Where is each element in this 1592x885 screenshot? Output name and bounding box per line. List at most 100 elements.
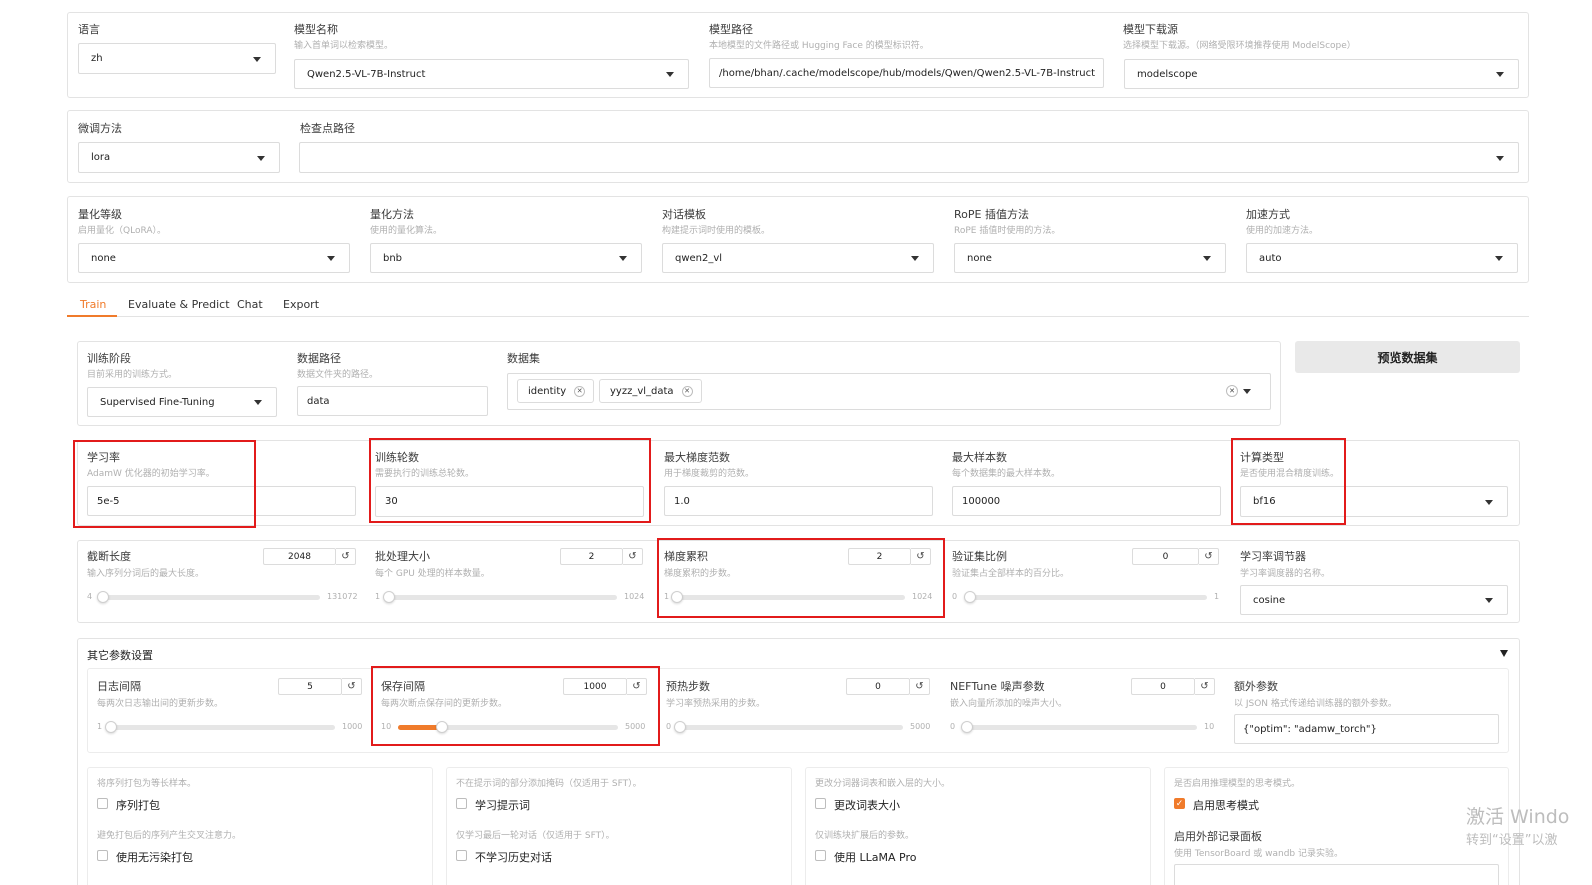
resize-vocab-checkbox[interactable] bbox=[815, 798, 826, 809]
cutoff-len-slider[interactable] bbox=[97, 591, 320, 603]
quant-method-dropdown[interactable]: bnb bbox=[370, 243, 642, 273]
llama-pro-label[interactable]: 使用 LLaMA Pro bbox=[834, 849, 916, 865]
chevron-down-icon bbox=[253, 56, 261, 62]
epochs-info: 需要执行的训练总轮数。 bbox=[375, 469, 475, 479]
dataset-tag-identity[interactable]: identity ✕ bbox=[517, 379, 595, 403]
save-steps-number[interactable]: 1000 bbox=[563, 678, 627, 695]
rope-dropdown[interactable]: none bbox=[954, 243, 1226, 273]
mask-history-checkbox[interactable] bbox=[456, 850, 467, 861]
packing-checkbox[interactable] bbox=[97, 798, 108, 809]
hub-dropdown[interactable]: modelscope bbox=[1124, 59, 1519, 89]
val-size-number[interactable]: 0 bbox=[1132, 548, 1199, 565]
warmup-steps-min: 0 bbox=[666, 722, 672, 731]
compute-type-dropdown[interactable]: bf16 bbox=[1240, 486, 1508, 517]
model-name-dropdown[interactable]: Qwen2.5-VL-7B-Instruct bbox=[294, 59, 689, 89]
neftune-number[interactable]: 0 bbox=[1131, 678, 1195, 695]
warmup-steps-label: 预热步数 bbox=[666, 680, 710, 693]
logging-steps-number[interactable]: 5 bbox=[278, 678, 342, 695]
language-value: zh bbox=[91, 53, 103, 64]
enable-thinking-label[interactable]: 启用思考模式 bbox=[1193, 797, 1259, 813]
learning-rate-input[interactable]: 5e-5 bbox=[87, 486, 356, 516]
chevron-down-icon[interactable] bbox=[1243, 389, 1251, 394]
extra-settings-title[interactable]: 其它参数设置 bbox=[87, 647, 153, 663]
reset-icon[interactable]: ↺ bbox=[623, 548, 643, 565]
warmup-steps-slider[interactable] bbox=[674, 721, 903, 733]
enable-thinking-checkbox[interactable]: ✓ bbox=[1174, 798, 1185, 809]
mask-history-label[interactable]: 不学习历史对话 bbox=[475, 849, 552, 865]
max-grad-norm-input[interactable]: 1.0 bbox=[664, 486, 933, 516]
close-icon[interactable]: ✕ bbox=[574, 385, 586, 397]
reset-icon[interactable]: ↺ bbox=[911, 548, 931, 565]
save-steps-info: 每两次断点保存间的更新步数。 bbox=[381, 699, 508, 709]
quant-method-info: 使用的量化算法。 bbox=[370, 226, 443, 236]
dataset-dir-input[interactable]: data bbox=[297, 386, 488, 416]
checkpoint-dropdown[interactable] bbox=[299, 142, 1519, 173]
save-steps-slider[interactable] bbox=[398, 721, 618, 733]
batch-size-number[interactable]: 2 bbox=[560, 548, 623, 565]
learning-rate-info: AdamW 优化器的初始学习率。 bbox=[87, 469, 215, 479]
neftune-slider[interactable] bbox=[961, 721, 1197, 733]
tab-evaluate-predict[interactable]: Evaluate & Predict bbox=[128, 298, 230, 311]
chevron-down-icon bbox=[1496, 155, 1504, 161]
model-path-input[interactable]: /home/bhan/.cache/modelscope/hub/models/… bbox=[709, 58, 1104, 88]
rope-value: none bbox=[967, 252, 992, 264]
logging-steps-slider[interactable] bbox=[104, 721, 335, 733]
epochs-input[interactable]: 30 bbox=[375, 486, 644, 517]
finetune-dropdown[interactable]: lora bbox=[78, 142, 280, 173]
extra-args-input[interactable]: {"optim": "adamw_torch"} bbox=[1234, 714, 1499, 744]
tab-chat[interactable]: Chat bbox=[237, 298, 263, 311]
booster-dropdown[interactable]: auto bbox=[1246, 243, 1518, 273]
hub-label: 模型下载源 bbox=[1123, 23, 1178, 36]
cutoff-len-number[interactable]: 2048 bbox=[263, 548, 336, 565]
neftune-thumb[interactable] bbox=[961, 721, 973, 733]
save-steps-thumb[interactable] bbox=[435, 721, 448, 733]
grad-accum-number[interactable]: 2 bbox=[848, 548, 911, 565]
batch-size-slider[interactable] bbox=[383, 591, 617, 603]
grad-accum-slider[interactable] bbox=[671, 591, 905, 603]
reset-icon[interactable]: ↺ bbox=[910, 678, 930, 695]
finetune-label: 微调方法 bbox=[78, 122, 122, 135]
report-to-dropdown[interactable] bbox=[1174, 864, 1499, 885]
model-name-label: 模型名称 bbox=[294, 23, 338, 36]
max-grad-norm-info: 用于梯度裁剪的范数。 bbox=[664, 469, 755, 479]
stage-dropdown[interactable]: Supervised Fine-Tuning bbox=[87, 387, 277, 417]
resize-vocab-label[interactable]: 更改词表大小 bbox=[834, 797, 900, 813]
llama-pro-checkbox[interactable] bbox=[815, 850, 826, 861]
packing-label[interactable]: 序列打包 bbox=[116, 797, 160, 813]
tab-export[interactable]: Export bbox=[283, 298, 319, 311]
dataset-tag-yyzz[interactable]: yyzz_vl_data ✕ bbox=[599, 379, 702, 403]
logging-steps-info: 每两次日志输出间的更新步数。 bbox=[97, 699, 224, 709]
reset-icon[interactable]: ↺ bbox=[627, 678, 647, 695]
neat-packing-checkbox[interactable] bbox=[97, 850, 108, 861]
collapse-triangle-icon[interactable] bbox=[1500, 650, 1508, 657]
train-on-prompt-checkbox[interactable] bbox=[456, 798, 467, 809]
reset-icon[interactable]: ↺ bbox=[1195, 678, 1215, 695]
reset-icon[interactable]: ↺ bbox=[1199, 548, 1219, 565]
val-size-value: 0 bbox=[1162, 551, 1169, 562]
neftune-label: NEFTune 噪声参数 bbox=[950, 680, 1045, 693]
reset-icon[interactable]: ↺ bbox=[342, 678, 362, 695]
template-dropdown[interactable]: qwen2_vl bbox=[662, 243, 934, 273]
max-samples-input[interactable]: 100000 bbox=[952, 486, 1221, 516]
quant-bit-dropdown[interactable]: none bbox=[78, 243, 350, 273]
clear-all-icon[interactable]: ✕ bbox=[1226, 385, 1238, 397]
val-size-slider[interactable] bbox=[964, 591, 1207, 603]
llama-pro-info: 仅训练块扩展后的参数。 bbox=[815, 831, 915, 841]
warmup-steps-thumb[interactable] bbox=[674, 721, 686, 733]
chevron-down-icon bbox=[1203, 256, 1211, 261]
val-size-thumb[interactable] bbox=[964, 591, 976, 603]
save-steps-value: 1000 bbox=[583, 681, 607, 692]
neftune-min: 0 bbox=[950, 722, 956, 731]
train-on-prompt-info: 不在提示词的部分添加掩码（仅适用于 SFT）。 bbox=[456, 779, 642, 789]
reset-icon[interactable]: ↺ bbox=[336, 548, 356, 565]
quant-bit-value: none bbox=[91, 252, 116, 264]
tab-train[interactable]: Train bbox=[80, 298, 106, 311]
warmup-steps-number[interactable]: 0 bbox=[846, 678, 910, 695]
language-dropdown[interactable]: zh bbox=[78, 43, 276, 74]
logging-steps-thumb[interactable] bbox=[104, 721, 117, 733]
lr-scheduler-dropdown[interactable]: cosine bbox=[1240, 585, 1508, 615]
neat-packing-label[interactable]: 使用无污染打包 bbox=[116, 849, 193, 865]
preview-dataset-button[interactable]: 预览数据集 bbox=[1295, 341, 1520, 373]
close-icon[interactable]: ✕ bbox=[681, 385, 693, 397]
train-on-prompt-label[interactable]: 学习提示词 bbox=[475, 797, 530, 813]
